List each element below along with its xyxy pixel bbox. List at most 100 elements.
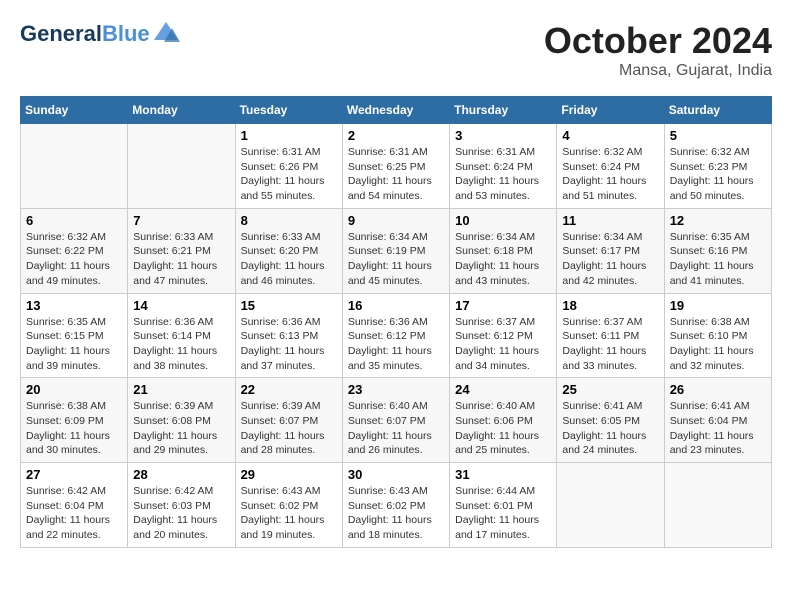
calendar-cell: 31Sunrise: 6:44 AMSunset: 6:01 PMDayligh…	[450, 463, 557, 548]
day-detail: Sunrise: 6:34 AMSunset: 6:19 PMDaylight:…	[348, 230, 444, 289]
calendar-cell: 19 Sunrise: 6:38 AMSunset: 6:10 PMDayligh…	[664, 293, 771, 378]
day-number: 13	[26, 298, 122, 313]
day-number: 26	[670, 382, 766, 397]
day-detail: Sunrise: 6:42 AMSunset: 6:03 PMDaylight:…	[133, 484, 229, 543]
day-number: 15	[241, 298, 337, 313]
calendar-week-3: 13 Sunrise: 6:35 AMSunset: 6:15 PMDayligh…	[21, 293, 772, 378]
calendar-cell	[664, 463, 771, 548]
day-detail: Sunrise: 6:43 AMSunset: 6:02 PMDaylight:…	[348, 484, 444, 543]
day-number: 25	[562, 382, 658, 397]
day-detail: Sunrise: 6:40 AMSunset: 6:06 PMDaylight:…	[455, 399, 551, 458]
day-number: 6	[26, 213, 122, 228]
weekday-header-sunday: Sunday	[21, 97, 128, 124]
calendar-cell: 16 Sunrise: 6:36 AMSunset: 6:12 PMDayligh…	[342, 293, 449, 378]
day-detail: Sunrise: 6:39 AMSunset: 6:08 PMDaylight:…	[133, 399, 229, 458]
day-number: 4	[562, 128, 658, 143]
day-detail: Sunrise: 6:32 AMSunset: 6:22 PMDaylight:…	[26, 230, 122, 289]
day-number: 21	[133, 382, 229, 397]
calendar-cell: 3Sunrise: 6:31 AMSunset: 6:24 PMDaylight…	[450, 124, 557, 209]
day-detail: Sunrise: 6:37 AMSunset: 6:11 PMDaylight:…	[562, 315, 658, 374]
weekday-header-thursday: Thursday	[450, 97, 557, 124]
calendar-cell: 5Sunrise: 6:32 AMSunset: 6:23 PMDaylight…	[664, 124, 771, 209]
page-header: GeneralBlue October 2024 Mansa, Gujarat,…	[20, 20, 772, 80]
day-detail: Sunrise: 6:38 AMSunset: 6:09 PMDaylight:…	[26, 399, 122, 458]
day-detail: Sunrise: 6:36 AMSunset: 6:13 PMDaylight:…	[241, 315, 337, 374]
calendar-cell	[21, 124, 128, 209]
calendar-cell: 23 Sunrise: 6:40 AMSunset: 6:07 PMDayligh…	[342, 378, 449, 463]
title-block: October 2024 Mansa, Gujarat, India	[544, 20, 772, 80]
day-number: 12	[670, 213, 766, 228]
day-detail: Sunrise: 6:35 AMSunset: 6:15 PMDaylight:…	[26, 315, 122, 374]
calendar-cell: 21 Sunrise: 6:39 AMSunset: 6:08 PMDayligh…	[128, 378, 235, 463]
calendar-cell: 25 Sunrise: 6:41 AMSunset: 6:05 PMDayligh…	[557, 378, 664, 463]
day-number: 8	[241, 213, 337, 228]
day-detail: Sunrise: 6:37 AMSunset: 6:12 PMDaylight:…	[455, 315, 551, 374]
day-number: 3	[455, 128, 551, 143]
calendar-cell: 11 Sunrise: 6:34 AMSunset: 6:17 PMDayligh…	[557, 208, 664, 293]
calendar-cell: 24 Sunrise: 6:40 AMSunset: 6:06 PMDayligh…	[450, 378, 557, 463]
day-detail: Sunrise: 6:41 AMSunset: 6:05 PMDaylight:…	[562, 399, 658, 458]
calendar-cell: 1Sunrise: 6:31 AMSunset: 6:26 PMDaylight…	[235, 124, 342, 209]
day-number: 29	[241, 467, 337, 482]
weekday-header-row: SundayMondayTuesdayWednesdayThursdayFrid…	[21, 97, 772, 124]
calendar-week-4: 20 Sunrise: 6:38 AMSunset: 6:09 PMDayligh…	[21, 378, 772, 463]
day-number: 22	[241, 382, 337, 397]
calendar-cell: 10 Sunrise: 6:34 AMSunset: 6:18 PMDayligh…	[450, 208, 557, 293]
day-number: 14	[133, 298, 229, 313]
day-number: 10	[455, 213, 551, 228]
calendar-cell: 13 Sunrise: 6:35 AMSunset: 6:15 PMDayligh…	[21, 293, 128, 378]
calendar-cell: 27Sunrise: 6:42 AMSunset: 6:04 PMDayligh…	[21, 463, 128, 548]
day-number: 19	[670, 298, 766, 313]
calendar-cell: 18Sunrise: 6:37 AMSunset: 6:11 PMDayligh…	[557, 293, 664, 378]
calendar-cell: 9 Sunrise: 6:34 AMSunset: 6:19 PMDaylight…	[342, 208, 449, 293]
weekday-header-tuesday: Tuesday	[235, 97, 342, 124]
calendar-cell	[557, 463, 664, 548]
location-subtitle: Mansa, Gujarat, India	[544, 62, 772, 80]
day-number: 9	[348, 213, 444, 228]
day-number: 17	[455, 298, 551, 313]
calendar-cell: 2Sunrise: 6:31 AMSunset: 6:25 PMDaylight…	[342, 124, 449, 209]
day-detail: Sunrise: 6:36 AMSunset: 6:12 PMDaylight:…	[348, 315, 444, 374]
calendar-cell: 29 Sunrise: 6:43 AMSunset: 6:02 PMDayligh…	[235, 463, 342, 548]
calendar-cell: 26 Sunrise: 6:41 AMSunset: 6:04 PMDayligh…	[664, 378, 771, 463]
weekday-header-wednesday: Wednesday	[342, 97, 449, 124]
day-detail: Sunrise: 6:40 AMSunset: 6:07 PMDaylight:…	[348, 399, 444, 458]
day-detail: Sunrise: 6:38 AMSunset: 6:10 PMDaylight:…	[670, 315, 766, 374]
weekday-header-friday: Friday	[557, 97, 664, 124]
day-number: 5	[670, 128, 766, 143]
calendar-week-5: 27Sunrise: 6:42 AMSunset: 6:04 PMDayligh…	[21, 463, 772, 548]
month-title: October 2024	[544, 20, 772, 62]
weekday-header-monday: Monday	[128, 97, 235, 124]
calendar-cell: 28Sunrise: 6:42 AMSunset: 6:03 PMDayligh…	[128, 463, 235, 548]
day-detail: Sunrise: 6:43 AMSunset: 6:02 PMDaylight:…	[241, 484, 337, 543]
calendar-table: SundayMondayTuesdayWednesdayThursdayFrid…	[20, 96, 772, 548]
day-detail: Sunrise: 6:34 AMSunset: 6:18 PMDaylight:…	[455, 230, 551, 289]
day-number: 11	[562, 213, 658, 228]
day-detail: Sunrise: 6:31 AMSunset: 6:26 PMDaylight:…	[241, 145, 337, 204]
calendar-cell: 7 Sunrise: 6:33 AMSunset: 6:21 PMDaylight…	[128, 208, 235, 293]
day-detail: Sunrise: 6:41 AMSunset: 6:04 PMDaylight:…	[670, 399, 766, 458]
day-detail: Sunrise: 6:36 AMSunset: 6:14 PMDaylight:…	[133, 315, 229, 374]
calendar-cell: 12 Sunrise: 6:35 AMSunset: 6:16 PMDayligh…	[664, 208, 771, 293]
day-number: 16	[348, 298, 444, 313]
day-number: 2	[348, 128, 444, 143]
calendar-cell: 8 Sunrise: 6:33 AMSunset: 6:20 PMDaylight…	[235, 208, 342, 293]
day-detail: Sunrise: 6:33 AMSunset: 6:21 PMDaylight:…	[133, 230, 229, 289]
calendar-cell: 6 Sunrise: 6:32 AMSunset: 6:22 PMDaylight…	[21, 208, 128, 293]
day-detail: Sunrise: 6:39 AMSunset: 6:07 PMDaylight:…	[241, 399, 337, 458]
calendar-cell: 4Sunrise: 6:32 AMSunset: 6:24 PMDaylight…	[557, 124, 664, 209]
calendar-cell: 20 Sunrise: 6:38 AMSunset: 6:09 PMDayligh…	[21, 378, 128, 463]
day-number: 23	[348, 382, 444, 397]
day-detail: Sunrise: 6:42 AMSunset: 6:04 PMDaylight:…	[26, 484, 122, 543]
calendar-cell: 30Sunrise: 6:43 AMSunset: 6:02 PMDayligh…	[342, 463, 449, 548]
logo-text: GeneralBlue	[20, 22, 150, 46]
calendar-cell	[128, 124, 235, 209]
day-number: 20	[26, 382, 122, 397]
day-number: 7	[133, 213, 229, 228]
day-number: 31	[455, 467, 551, 482]
calendar-cell: 22 Sunrise: 6:39 AMSunset: 6:07 PMDayligh…	[235, 378, 342, 463]
day-detail: Sunrise: 6:34 AMSunset: 6:17 PMDaylight:…	[562, 230, 658, 289]
day-number: 24	[455, 382, 551, 397]
day-detail: Sunrise: 6:35 AMSunset: 6:16 PMDaylight:…	[670, 230, 766, 289]
day-detail: Sunrise: 6:33 AMSunset: 6:20 PMDaylight:…	[241, 230, 337, 289]
